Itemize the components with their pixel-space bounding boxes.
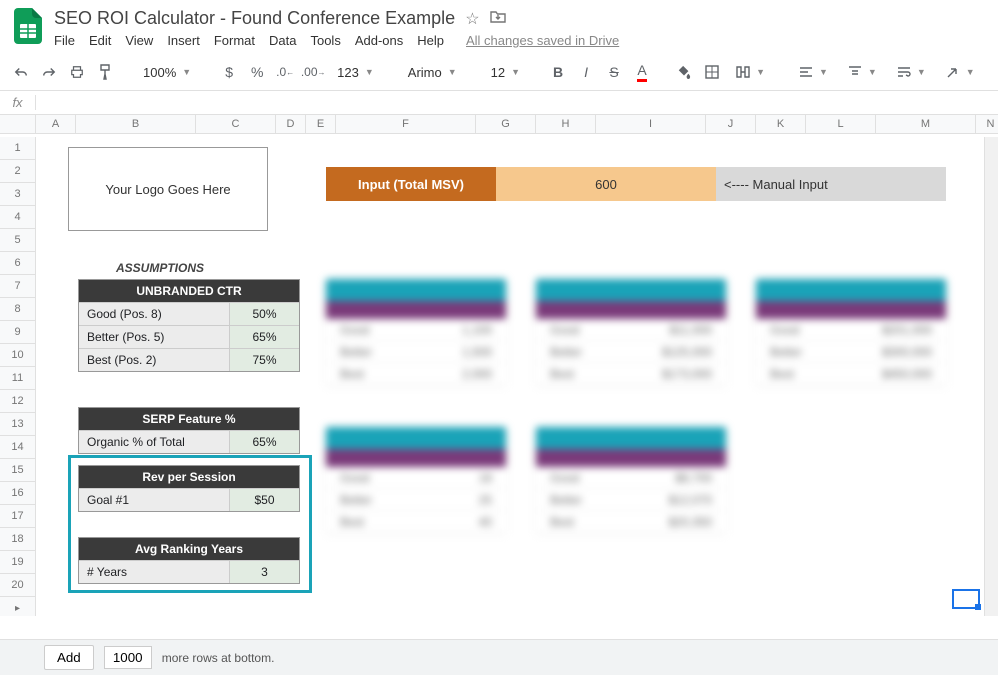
projection-card-4: Good18Better25Best40 [326,427,506,533]
avg-ranking-years-table: Avg Ranking Years # Years3 [78,537,300,584]
zoom-select[interactable]: 100%▼ [136,62,198,83]
increase-decimal-icon[interactable]: .00→ [302,60,324,84]
rev-per-session-table: Rev per Session Goal #1$50 [78,465,300,512]
decrease-decimal-icon[interactable]: .0← [274,60,296,84]
projection-card-2: Good$11,000Better$125,000Best$173,000 [536,279,726,385]
formula-bar: fx [0,91,998,115]
italic-icon[interactable]: I [575,60,597,84]
sheet-canvas[interactable]: Your Logo Goes Here Input (Total MSV) 60… [36,137,998,616]
h-align-icon[interactable]: ▼ [792,63,835,81]
v-align-icon[interactable]: ▼ [841,63,884,81]
star-icon[interactable]: ☆ [465,9,479,29]
text-rotation-icon[interactable]: ▼ [939,62,982,82]
assumptions-heading: ASSUMPTIONS [116,261,204,275]
percent-icon[interactable]: % [246,60,268,84]
currency-icon[interactable]: $ [218,60,240,84]
active-cell-cursor [952,589,980,609]
row-expand-icon[interactable]: ▸ [0,597,36,616]
input-row: Input (Total MSV) 600 <---- Manual Input [326,167,946,201]
logo-placeholder-cell: Your Logo Goes Here [68,147,268,231]
redo-icon[interactable] [38,60,60,84]
toolbar: 100%▼ $ % .0← .00→ 123▼ Arimo▼ 12▼ B I S… [0,54,998,91]
menu-edit[interactable]: Edit [89,33,111,48]
move-folder-icon[interactable] [490,9,506,28]
rows-suffix-label: more rows at bottom. [162,651,275,665]
font-select[interactable]: Arimo▼ [401,62,464,83]
menu-tools[interactable]: Tools [310,33,340,48]
merge-cells-icon[interactable]: ▼ [729,63,772,81]
fill-color-icon[interactable] [673,60,695,84]
print-icon[interactable] [66,60,88,84]
menu-addons[interactable]: Add-ons [355,33,403,48]
borders-icon[interactable] [701,60,723,84]
strikethrough-icon[interactable]: S [603,60,625,84]
vertical-scrollbar[interactable] [984,137,998,616]
fx-icon: fx [0,95,36,110]
input-hint-cell: <---- Manual Input [716,167,946,201]
menu-help[interactable]: Help [417,33,444,48]
bottom-bar: Add more rows at bottom. [0,639,998,675]
menu-insert[interactable]: Insert [167,33,200,48]
row-headers[interactable]: 123456789101112131415161718192021 [0,137,36,616]
text-wrap-icon[interactable]: ▼ [890,63,933,81]
column-headers[interactable]: ABCDEFGHIJKLMN [0,115,998,134]
document-title[interactable]: SEO ROI Calculator - Found Conference Ex… [54,8,455,29]
menubar: File Edit View Insert Format Data Tools … [54,33,988,48]
serp-feature-table: SERP Feature % Organic % of Total65% [78,407,300,454]
projection-card-1: Good1,100Better1,500Best2,000 [326,279,506,385]
menu-format[interactable]: Format [214,33,255,48]
menu-data[interactable]: Data [269,33,296,48]
input-value-cell[interactable]: 600 [496,167,716,201]
text-color-icon[interactable]: A [631,60,653,84]
bold-icon[interactable]: B [547,60,569,84]
sheets-logo-icon[interactable] [10,8,46,44]
more-formats-select[interactable]: 123▼ [330,62,381,83]
menu-file[interactable]: File [54,33,75,48]
input-label-cell: Input (Total MSV) [326,167,496,201]
font-size-select[interactable]: 12▼ [484,62,527,83]
unbranded-ctr-table: UNBRANDED CTR Good (Pos. 8)50% Better (P… [78,279,300,372]
menu-view[interactable]: View [125,33,153,48]
spreadsheet-grid: ABCDEFGHIJKLMN 1234567891011121314151617… [0,115,998,616]
rows-count-input[interactable] [104,646,152,669]
projection-card-3: Good$201,000Better$300,000Best$450,000 [756,279,946,385]
add-rows-button[interactable]: Add [44,645,94,670]
save-status[interactable]: All changes saved in Drive [466,33,619,48]
projection-card-5: Good$8,700Better$12,070Best$20,350 [536,427,726,533]
paint-format-icon[interactable] [94,60,116,84]
titlebar: SEO ROI Calculator - Found Conference Ex… [0,0,998,48]
undo-icon[interactable] [10,60,32,84]
